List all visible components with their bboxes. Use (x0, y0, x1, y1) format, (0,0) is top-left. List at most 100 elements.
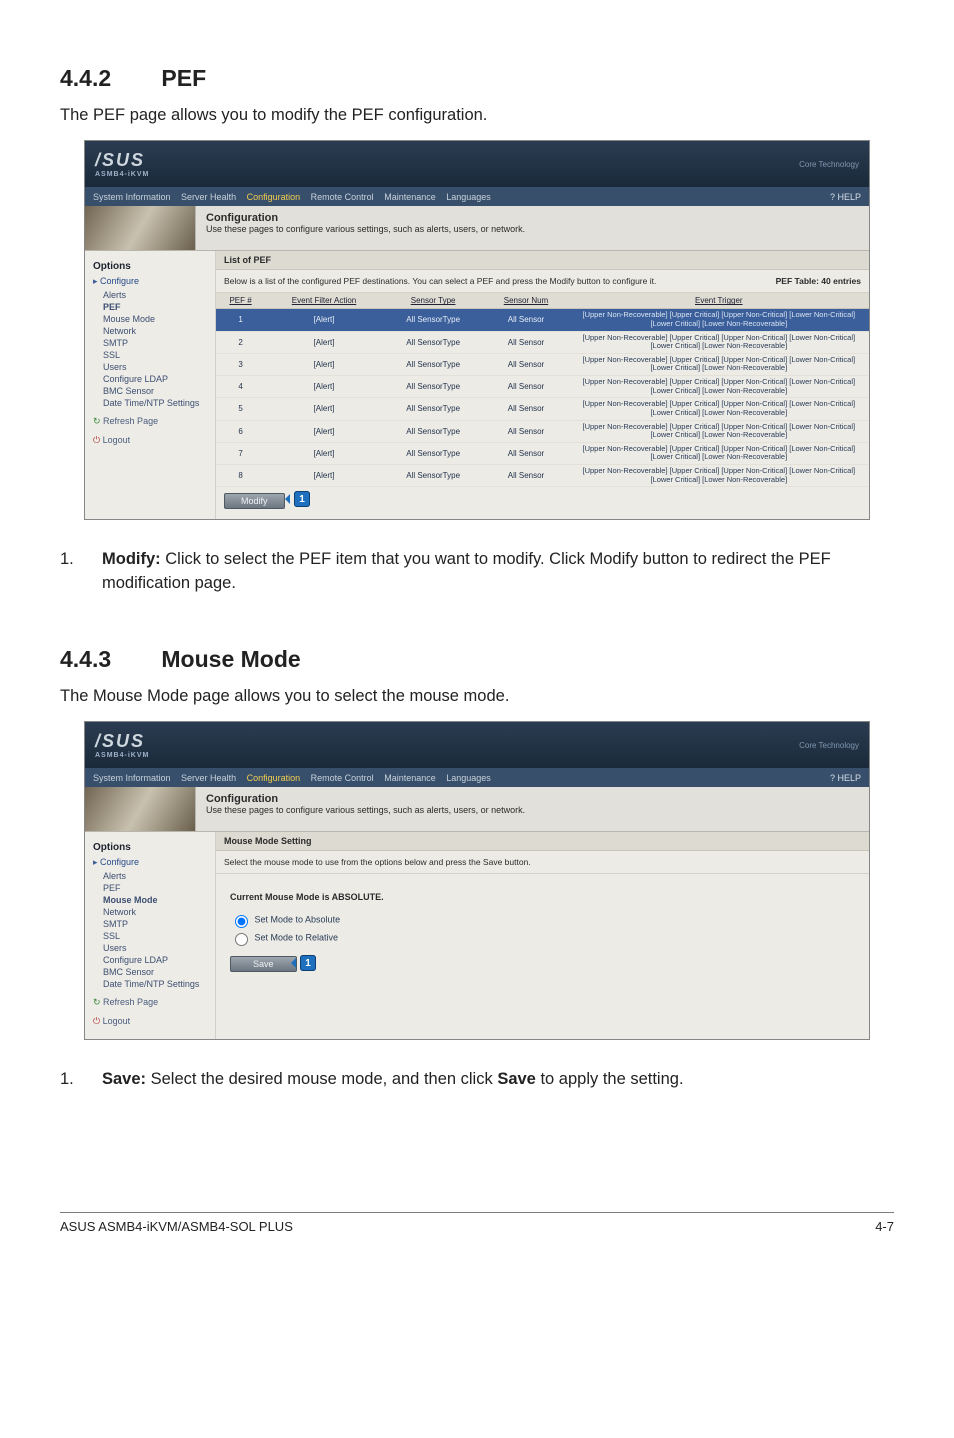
radio-relative-label: Set Mode to Relative (255, 933, 339, 943)
refresh-page[interactable]: Refresh Page (93, 997, 158, 1007)
nav-tabs: System Information Server Health Configu… (85, 187, 869, 206)
table-row[interactable]: 8[Alert]All SensorTypeAll Sensor[Upper N… (216, 465, 869, 487)
step-num: 1. (60, 548, 102, 596)
table-row[interactable]: 4[Alert]All SensorTypeAll Sensor[Upper N… (216, 376, 869, 398)
pef-count: PEF Table: 40 entries (776, 276, 861, 286)
tab-system-info[interactable]: System Information (93, 773, 171, 783)
window-titlebar: /SUSASMB4-iKVM Core Technology (85, 722, 869, 768)
tab-remote-control[interactable]: Remote Control (311, 192, 374, 202)
sidebar-item-ssl[interactable]: SSL (103, 931, 209, 941)
brand-slogan: Core Technology (799, 741, 859, 750)
sidebar-item-network[interactable]: Network (103, 907, 209, 917)
help-link[interactable]: ? HELP (830, 192, 861, 202)
step-num: 1. (60, 1068, 102, 1092)
sidebar-item-alerts[interactable]: Alerts (103, 290, 209, 300)
modify-button[interactable]: Modify (224, 493, 285, 509)
sidebar-item-network[interactable]: Network (103, 326, 209, 336)
sidebar-item-ldap[interactable]: Configure LDAP (103, 955, 209, 965)
tab-languages[interactable]: Languages (446, 773, 491, 783)
section-4-4-3-title: 4.4.3 Mouse Mode (60, 646, 894, 673)
sidebar-item-bmc-sensor[interactable]: BMC Sensor (103, 386, 209, 396)
tab-maintenance[interactable]: Maintenance (384, 773, 436, 783)
sidebar-group-configure[interactable]: Configure (93, 857, 209, 868)
pef-intro: The PEF page allows you to modify the PE… (60, 104, 894, 126)
window-titlebar: /SUS ASMB4-iKVM Core Technology (85, 141, 869, 187)
sidebar-item-ssl[interactable]: SSL (103, 350, 209, 360)
config-desc: Use these pages to configure various set… (206, 224, 525, 234)
sidebar-item-bmc-sensor[interactable]: BMC Sensor (103, 967, 209, 977)
callout-1: 1 (294, 491, 310, 507)
col-event-filter-action[interactable]: Event Filter Action (265, 293, 383, 309)
radio-absolute-input[interactable] (235, 915, 248, 928)
sidebar-item-mouse-mode[interactable]: Mouse Mode (103, 895, 209, 905)
sidebar-item-smtp[interactable]: SMTP (103, 919, 209, 929)
table-row[interactable]: 5[Alert]All SensorTypeAll Sensor[Upper N… (216, 398, 869, 420)
sec-name: Mouse Mode (161, 646, 300, 672)
mouse-mode-desc: Select the mouse mode to use from the op… (216, 851, 869, 874)
table-row[interactable]: 3[Alert]All SensorTypeAll Sensor[Upper N… (216, 353, 869, 375)
col-pef-num[interactable]: PEF # (216, 293, 265, 309)
col-sensor-num[interactable]: Sensor Num (483, 293, 568, 309)
sidebar-item-mouse-mode[interactable]: Mouse Mode (103, 314, 209, 324)
sidebar-item-users[interactable]: Users (103, 362, 209, 372)
tab-system-info[interactable]: System Information (93, 192, 171, 202)
radio-absolute-label: Set Mode to Absolute (255, 915, 341, 925)
mouse-intro: The Mouse Mode page allows you to select… (60, 685, 894, 707)
tab-languages[interactable]: Languages (446, 192, 491, 202)
radio-relative-input[interactable] (235, 933, 248, 946)
step-text: Save: Select the desired mouse mode, and… (102, 1068, 894, 1092)
page-footer: ASUS ASMB4-iKVM/ASMB4-SOL PLUS 4-7 (60, 1212, 894, 1234)
logout[interactable]: Logout (93, 435, 130, 445)
nav-tabs: System Information Server Health Configu… (85, 768, 869, 787)
table-row[interactable]: 2[Alert]All SensorTypeAll Sensor[Upper N… (216, 331, 869, 353)
sidebar-item-users[interactable]: Users (103, 943, 209, 953)
help-link[interactable]: ? HELP (830, 773, 861, 783)
section-4-4-2-title: 4.4.2 PEF (60, 65, 894, 92)
sidebar-item-ntp[interactable]: Date Time/NTP Settings (103, 979, 209, 989)
sec-num: 4.4.2 (60, 65, 111, 91)
mouse-mode-header: Mouse Mode Setting (216, 832, 869, 851)
sec-num: 4.4.3 (60, 646, 111, 672)
config-desc: Use these pages to configure various set… (206, 805, 525, 815)
brand-logo: /SUS ASMB4-iKVM (95, 150, 149, 178)
sidebar-item-alerts[interactable]: Alerts (103, 871, 209, 881)
sidebar-item-ldap[interactable]: Configure LDAP (103, 374, 209, 384)
sidebar-item-pef[interactable]: PEF (103, 883, 209, 893)
refresh-page[interactable]: Refresh Page (93, 416, 158, 426)
tab-server-health[interactable]: Server Health (181, 192, 236, 202)
sidebar-group-configure[interactable]: Configure (93, 276, 209, 287)
pef-description: Below is a list of the configured PEF de… (216, 270, 869, 293)
config-heading: Configuration (206, 793, 278, 805)
radio-absolute[interactable]: Set Mode to Absolute (230, 912, 855, 928)
col-sensor-type[interactable]: Sensor Type (383, 293, 483, 309)
table-row[interactable]: 1[Alert]All SensorTypeAll Sensor[Upper N… (216, 309, 869, 331)
sidebar-item-ntp[interactable]: Date Time/NTP Settings (103, 398, 209, 408)
pef-table: PEF # Event Filter Action Sensor Type Se… (216, 293, 869, 487)
tab-configuration[interactable]: Configuration (247, 773, 301, 783)
logout[interactable]: Logout (93, 1016, 130, 1026)
col-event-trigger[interactable]: Event Trigger (569, 293, 869, 309)
brand-slogan: Core Technology (799, 160, 859, 169)
tab-maintenance[interactable]: Maintenance (384, 192, 436, 202)
callout-1: 1 (300, 955, 316, 971)
brand-logo: /SUSASMB4-iKVM (95, 731, 149, 759)
pef-screenshot: /SUS ASMB4-iKVM Core Technology System I… (84, 140, 870, 520)
sidebar-header: Options (93, 842, 209, 853)
table-row[interactable]: 7[Alert]All SensorTypeAll Sensor[Upper N… (216, 442, 869, 464)
config-banner: Configuration Use these pages to configu… (85, 787, 869, 832)
footer-page-number: 4-7 (875, 1219, 894, 1234)
footer-left: ASUS ASMB4-iKVM/ASMB4-SOL PLUS (60, 1219, 293, 1234)
banner-image (85, 206, 196, 250)
tab-remote-control[interactable]: Remote Control (311, 773, 374, 783)
tab-server-health[interactable]: Server Health (181, 773, 236, 783)
sec-name: PEF (161, 65, 206, 91)
sidebar-item-pef[interactable]: PEF (103, 302, 209, 312)
mouse-screenshot: /SUSASMB4-iKVM Core Technology System In… (84, 721, 870, 1040)
tab-configuration[interactable]: Configuration (247, 192, 301, 202)
current-mouse-mode: Current Mouse Mode is ABSOLUTE. (230, 892, 855, 902)
step-text: Modify: Click to select the PEF item tha… (102, 548, 894, 596)
sidebar-item-smtp[interactable]: SMTP (103, 338, 209, 348)
table-row[interactable]: 6[Alert]All SensorTypeAll Sensor[Upper N… (216, 420, 869, 442)
config-banner: Configuration Use these pages to configu… (85, 206, 869, 251)
radio-relative[interactable]: Set Mode to Relative (230, 930, 855, 946)
